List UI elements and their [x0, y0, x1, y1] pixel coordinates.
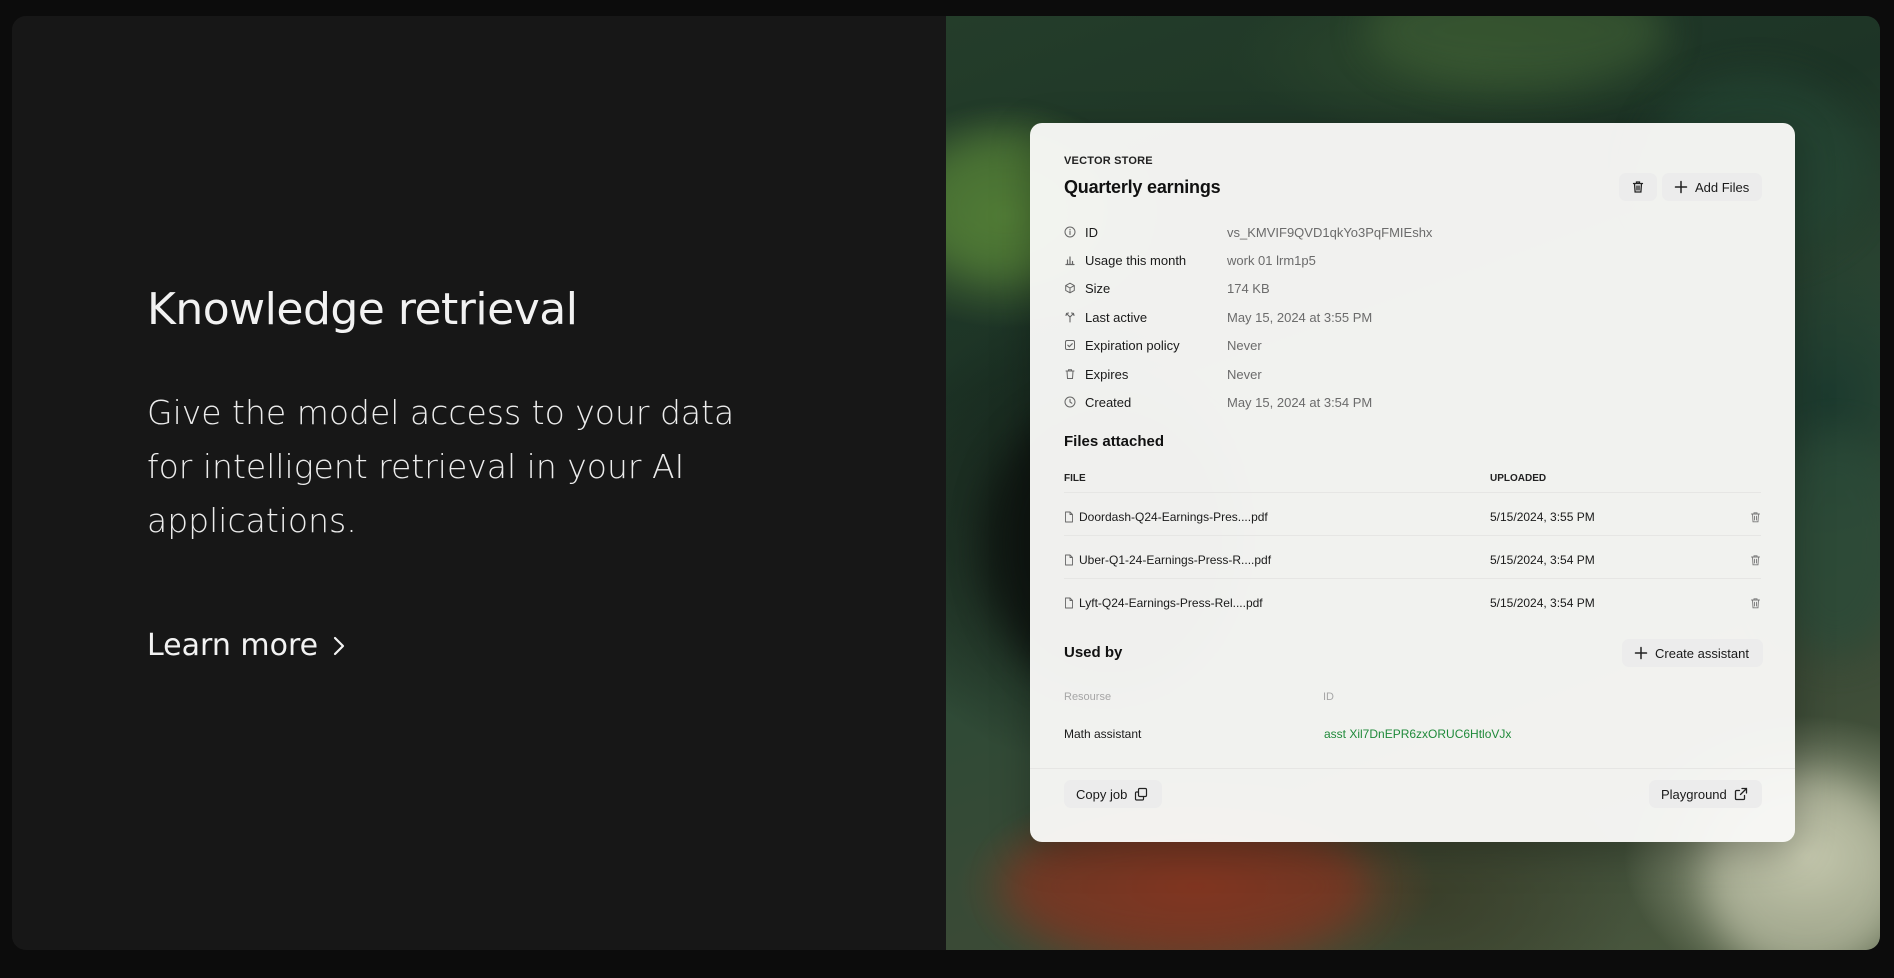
plus-icon — [1674, 180, 1688, 194]
trash-icon — [1065, 369, 1075, 379]
meta-label: ID — [1085, 224, 1098, 240]
card-eyebrow: VECTOR STORE — [1064, 155, 1153, 167]
meta-row-usage: Usage this month work 01 lrm1p5 — [1064, 250, 1764, 270]
meta-value: May 15, 2024 at 3:55 PM — [1227, 309, 1373, 325]
file-row[interactable]: Uber-Q1-24-Earnings-Press-R....pdf 5/15/… — [1064, 550, 1764, 570]
clock-icon — [1064, 396, 1076, 408]
meta-value: Never — [1227, 337, 1262, 353]
file-row[interactable]: Lyft-Q24-Earnings-Press-Rel....pdf 5/15/… — [1064, 593, 1764, 613]
used-by-resource: Math assistant — [1064, 727, 1142, 741]
create-assistant-label: Create assistant — [1655, 645, 1749, 661]
delete-store-button[interactable] — [1619, 173, 1657, 201]
file-name-cell: Uber-Q1-24-Earnings-Press-R....pdf — [1064, 553, 1490, 567]
file-icon — [1065, 554, 1073, 566]
copy-job-button[interactable]: Copy job — [1064, 780, 1162, 808]
info-icon — [1064, 226, 1076, 238]
file-uploaded: 5/15/2024, 3:54 PM — [1490, 596, 1595, 610]
file-row[interactable]: Doordash-Q24-Earnings-Pres....pdf 5/15/2… — [1064, 507, 1764, 527]
meta-value: May 15, 2024 at 3:54 PM — [1227, 394, 1373, 410]
trash-icon — [1632, 181, 1644, 193]
meta-row-id: ID vs_KMVIF9QVD1qkYo3PqFMIEshx — [1064, 222, 1764, 242]
chevron-right-icon — [333, 636, 345, 655]
add-files-label: Add Files — [1695, 179, 1750, 195]
activity-icon — [1065, 312, 1075, 323]
used-by-title: Used by — [1064, 644, 1123, 661]
bar-chart-icon — [1065, 256, 1075, 266]
file-name: Doordash-Q24-Earnings-Pres....pdf — [1079, 510, 1268, 524]
files-section-title: Files attached — [1064, 433, 1165, 450]
file-name: Uber-Q1-24-Earnings-Press-R....pdf — [1079, 553, 1272, 567]
uploaded-column-header: UPLOADED — [1490, 473, 1547, 484]
meta-label: Usage this month — [1085, 252, 1187, 268]
id-column-header: ID — [1323, 691, 1334, 703]
meta-value: Never — [1227, 366, 1262, 382]
resource-column-header: Resourse — [1064, 691, 1112, 703]
hero-heading: Knowledge retrieval — [147, 284, 578, 335]
assistant-id-link[interactable]: asst Xil7DnEPR6zxORUC6HtloVJx — [1324, 727, 1511, 741]
cube-icon — [1065, 282, 1075, 294]
meta-label: Size — [1085, 280, 1111, 296]
meta-label: Created — [1085, 394, 1132, 410]
external-link-icon — [1734, 787, 1747, 801]
hero-description: Give the model access to your data for i… — [147, 393, 735, 540]
meta-row-expires: Expires Never — [1064, 364, 1764, 384]
meta-label: Expires — [1085, 366, 1129, 382]
meta-label: Last active — [1085, 309, 1148, 325]
card-title: Quarterly earnings — [1064, 177, 1221, 197]
file-icon — [1065, 597, 1073, 609]
playground-label: Playground — [1661, 786, 1727, 802]
file-name-cell: Lyft-Q24-Earnings-Press-Rel....pdf — [1064, 596, 1490, 610]
plus-icon — [1634, 646, 1648, 660]
meta-value: 174 KB — [1227, 280, 1270, 296]
playground-button[interactable]: Playground — [1649, 780, 1762, 808]
meta-value: work 01 lrm1p5 — [1227, 252, 1316, 268]
file-uploaded: 5/15/2024, 3:55 PM — [1490, 510, 1595, 524]
footer-divider — [1030, 768, 1795, 769]
copy-job-label: Copy job — [1076, 786, 1128, 802]
meta-row-last-active: Last active May 15, 2024 at 3:55 PM — [1064, 307, 1764, 327]
file-name-cell: Doordash-Q24-Earnings-Pres....pdf — [1064, 510, 1490, 524]
vector-store-card: VECTOR STORE Quarterly earnings Add File… — [1030, 123, 1795, 842]
create-assistant-button[interactable]: Create assistant — [1622, 639, 1763, 667]
delete-file-icon[interactable] — [1750, 597, 1761, 609]
row-divider — [1064, 535, 1761, 536]
row-divider — [1064, 578, 1761, 579]
calendar-check-icon — [1065, 340, 1075, 350]
files-header-divider — [1064, 492, 1761, 493]
delete-file-icon[interactable] — [1750, 511, 1761, 523]
learn-more-label: Learn more — [147, 628, 319, 663]
file-icon — [1065, 511, 1073, 523]
file-uploaded: 5/15/2024, 3:54 PM — [1490, 553, 1595, 567]
copy-icon — [1135, 787, 1148, 801]
file-column-header: FILE — [1064, 473, 1086, 484]
meta-row-created: Created May 15, 2024 at 3:54 PM — [1064, 392, 1764, 412]
meta-row-size: Size 174 KB — [1064, 278, 1764, 298]
hero-panel: Knowledge retrieval Give the model acces… — [12, 16, 946, 950]
meta-value: vs_KMVIF9QVD1qkYo3PqFMIEshx — [1227, 224, 1433, 240]
file-name: Lyft-Q24-Earnings-Press-Rel....pdf — [1079, 596, 1263, 610]
learn-more-link[interactable]: Learn more — [147, 628, 348, 663]
meta-row-expiration-policy: Expiration policy Never — [1064, 335, 1764, 355]
add-files-button[interactable]: Add Files — [1662, 173, 1762, 201]
delete-file-icon[interactable] — [1750, 554, 1761, 566]
meta-label: Expiration policy — [1085, 337, 1180, 353]
